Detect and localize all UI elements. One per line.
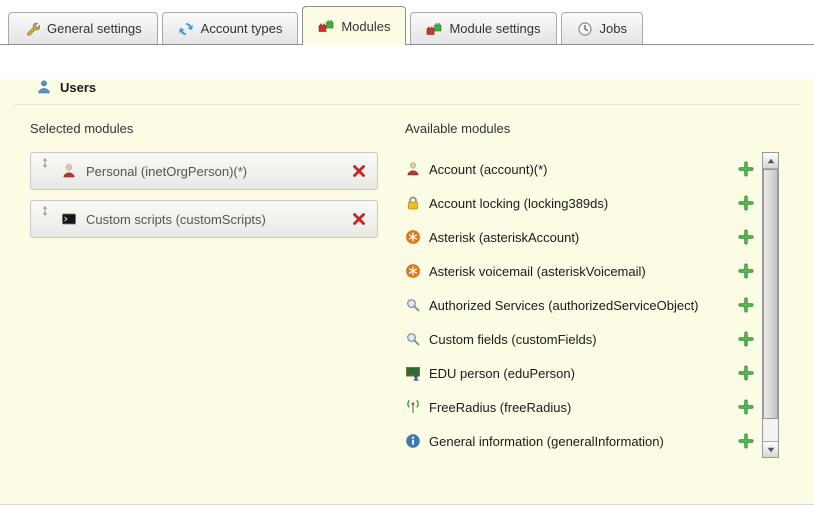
add-icon[interactable] (738, 365, 754, 381)
tab-label: Module settings (449, 21, 540, 36)
modules-panel: Users Selected modules Personal (inetOrg… (0, 79, 814, 505)
asterisk-icon (405, 263, 421, 279)
available-module-label: Account locking (locking389ds) (429, 196, 608, 211)
available-module-row: Authorized Services (authorizedServiceOb… (405, 288, 762, 322)
available-module-label: FreeRadius (freeRadius) (429, 400, 571, 415)
scrollbar-track[interactable] (763, 169, 778, 441)
add-icon[interactable] (738, 263, 754, 279)
tab-label: General settings (47, 21, 142, 36)
available-module-row: Account locking (locking389ds) (405, 186, 762, 220)
available-modules-body: Account (account)(*) Account locking (lo… (405, 152, 779, 458)
available-modules-column: Available modules Account (account)(*) A… (405, 121, 779, 458)
available-module-row: Custom fields (customFields) (405, 322, 762, 356)
tab-jobs[interactable]: Jobs (561, 12, 643, 44)
user-icon (405, 161, 421, 177)
available-module-label: Custom fields (customFields) (429, 332, 597, 347)
lock-icon (405, 195, 421, 211)
scroll-up-button[interactable] (763, 153, 778, 169)
scroll-down-icon (765, 444, 777, 456)
selected-module-label: Custom scripts (customScripts) (86, 212, 266, 227)
add-icon[interactable] (738, 331, 754, 347)
drag-handle-icon[interactable] (39, 205, 51, 217)
available-modules-heading: Available modules (405, 121, 779, 136)
available-module-label: Account (account)(*) (429, 162, 548, 177)
available-module-row: Account (account)(*) (405, 152, 762, 186)
scrollbar-thumb[interactable] (763, 169, 778, 419)
user-icon (61, 163, 77, 179)
account-types-icon (178, 21, 194, 37)
available-module-row: Asterisk (asteriskAccount) (405, 220, 762, 254)
selected-module-personal[interactable]: Personal (inetOrgPerson)(*) (30, 152, 378, 190)
scroll-up-icon (765, 155, 777, 167)
wrench-icon (24, 21, 40, 37)
available-module-label: Asterisk (asteriskAccount) (429, 230, 579, 245)
add-icon[interactable] (738, 297, 754, 313)
available-module-row: EDU person (eduPerson) (405, 356, 762, 390)
tab-label: Account types (201, 21, 283, 36)
add-icon[interactable] (738, 399, 754, 415)
modules-icon (318, 18, 334, 34)
selected-modules-heading: Selected modules (30, 121, 378, 136)
users-icon (36, 79, 52, 95)
available-module-label: EDU person (eduPerson) (429, 366, 575, 381)
magnifier-icon (405, 297, 421, 313)
available-modules-list: Account (account)(*) Account locking (lo… (405, 152, 762, 458)
section-users: Users (36, 79, 814, 95)
tab-module-settings[interactable]: Module settings (410, 12, 556, 44)
available-module-row: FreeRadius (freeRadius) (405, 390, 762, 424)
asterisk-icon (405, 229, 421, 245)
scrollbar[interactable] (762, 152, 779, 458)
available-module-label: General information (generalInformation) (429, 434, 664, 449)
add-icon[interactable] (738, 433, 754, 449)
delete-icon[interactable] (351, 211, 367, 227)
modules-columns: Selected modules Personal (inetOrgPerson… (30, 121, 814, 458)
module-settings-icon (426, 21, 442, 37)
magnifier-icon (405, 331, 421, 347)
selected-modules-column: Selected modules Personal (inetOrgPerson… (30, 121, 378, 458)
tab-modules[interactable]: Modules (302, 6, 406, 45)
selected-module-custom-scripts[interactable]: Custom scripts (customScripts) (30, 200, 378, 238)
available-module-row: Asterisk voicemail (asteriskVoicemail) (405, 254, 762, 288)
add-icon[interactable] (738, 195, 754, 211)
scroll-down-button[interactable] (763, 441, 778, 457)
tab-bar: General settings Account types Modules M… (0, 0, 814, 45)
jobs-clock-icon (577, 21, 593, 37)
info-icon (405, 433, 421, 449)
edu-person-icon (405, 365, 421, 381)
add-icon[interactable] (738, 161, 754, 177)
drag-handle-icon[interactable] (39, 157, 51, 169)
available-module-label: Authorized Services (authorizedServiceOb… (429, 298, 699, 313)
tab-label: Jobs (600, 21, 627, 36)
add-icon[interactable] (738, 229, 754, 245)
available-module-row: General information (generalInformation) (405, 424, 762, 458)
section-title: Users (60, 80, 96, 95)
available-module-label: Asterisk voicemail (asteriskVoicemail) (429, 264, 646, 279)
tab-label: Modules (341, 19, 390, 34)
freeradius-icon (405, 399, 421, 415)
tab-account-types[interactable]: Account types (162, 12, 299, 44)
terminal-icon (61, 211, 77, 227)
tab-general-settings[interactable]: General settings (8, 12, 158, 44)
section-divider (14, 104, 800, 105)
delete-icon[interactable] (351, 163, 367, 179)
selected-module-label: Personal (inetOrgPerson)(*) (86, 164, 247, 179)
